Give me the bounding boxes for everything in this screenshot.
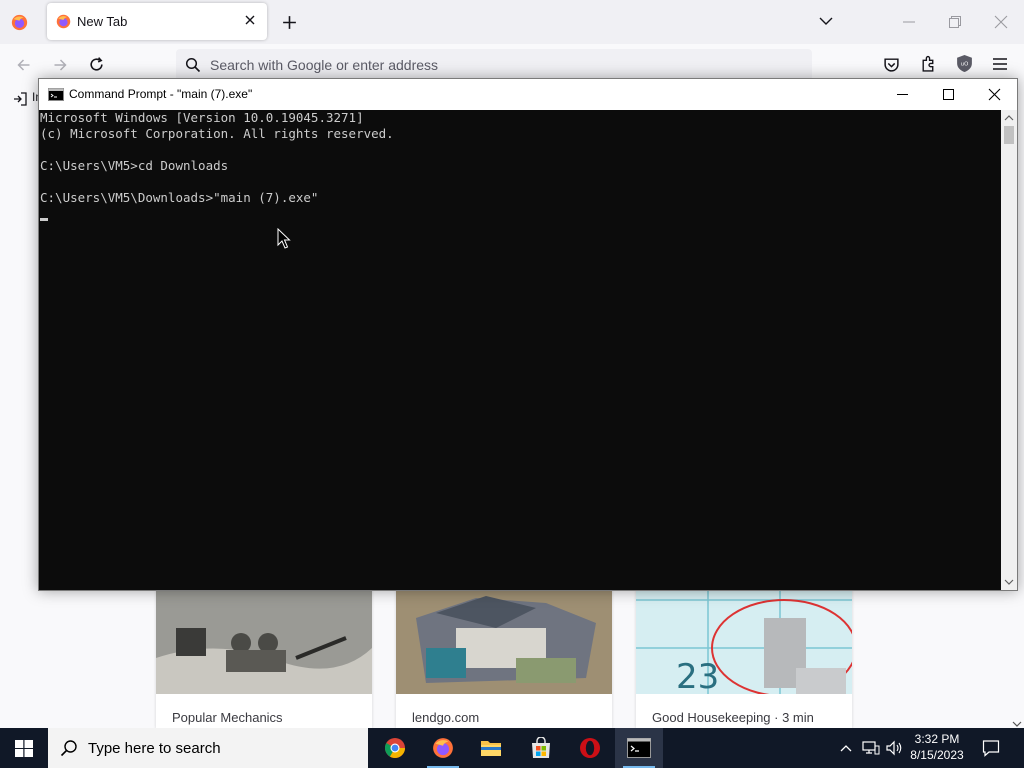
search-icon bbox=[185, 57, 201, 73]
mouse-pointer-icon bbox=[277, 228, 291, 249]
clock-date: 8/15/2023 bbox=[910, 748, 964, 762]
search-icon bbox=[60, 740, 77, 757]
taskbar-app-file-explorer[interactable] bbox=[467, 728, 515, 768]
command-prompt-icon bbox=[627, 738, 651, 758]
maximize-icon[interactable] bbox=[925, 79, 971, 110]
new-tab-plus-icon[interactable] bbox=[281, 14, 298, 31]
microsoft-store-icon bbox=[532, 737, 550, 758]
restore-icon[interactable] bbox=[948, 15, 962, 29]
svg-text:uO: uO bbox=[961, 62, 968, 68]
console-scrollbar[interactable] bbox=[1001, 110, 1017, 590]
firefox-icon bbox=[433, 738, 453, 758]
reload-icon[interactable] bbox=[88, 56, 105, 73]
import-bookmarks-icon[interactable] bbox=[13, 92, 27, 106]
story-card[interactable]: lendgo.com bbox=[396, 588, 612, 728]
story-image bbox=[396, 588, 612, 694]
firefox-icon bbox=[56, 14, 71, 29]
network-icon[interactable] bbox=[862, 740, 880, 756]
tab-title: New Tab bbox=[77, 14, 128, 29]
minimize-icon[interactable] bbox=[879, 79, 925, 110]
story-source: Good Housekeeping · 3 min bbox=[652, 710, 814, 725]
back-arrow-icon[interactable] bbox=[15, 57, 32, 73]
taskbar-search-box[interactable]: Type here to search bbox=[48, 728, 368, 768]
taskbar-app-microsoft-store[interactable] bbox=[517, 728, 565, 768]
command-prompt-titlebar[interactable]: Command Prompt - "main (7).exe" bbox=[39, 79, 1017, 110]
close-window-icon[interactable] bbox=[994, 15, 1008, 29]
console-line: C:\Users\VM5>cd Downloads bbox=[40, 158, 229, 173]
notifications-icon[interactable] bbox=[982, 739, 1000, 757]
story-source: Popular Mechanics bbox=[172, 710, 283, 725]
chrome-icon bbox=[384, 738, 405, 758]
text-cursor bbox=[40, 218, 48, 221]
minimize-icon[interactable] bbox=[902, 16, 916, 28]
close-tab-icon[interactable] bbox=[241, 11, 259, 29]
taskbar-clock[interactable]: 3:32 PM 8/15/2023 bbox=[904, 731, 970, 763]
story-image: 23 bbox=[636, 588, 852, 694]
extensions-puzzle-icon[interactable] bbox=[920, 55, 937, 73]
show-hidden-icons-chevron-up-icon[interactable] bbox=[839, 742, 853, 754]
address-bar[interactable]: Search with Google or enter address bbox=[176, 49, 812, 81]
story-image bbox=[156, 588, 372, 694]
console-line: C:\Users\VM5\Downloads>"main (7).exe" bbox=[40, 190, 319, 205]
hamburger-menu-icon[interactable] bbox=[992, 57, 1008, 71]
volume-icon[interactable] bbox=[886, 740, 904, 756]
svg-text:23: 23 bbox=[676, 657, 719, 694]
address-bar-placeholder: Search with Google or enter address bbox=[210, 57, 439, 73]
scroll-up-arrow-icon[interactable] bbox=[1001, 110, 1017, 126]
pocket-icon[interactable] bbox=[883, 56, 900, 73]
story-card[interactable]: 23 Good Housekeeping · 3 min bbox=[636, 588, 852, 728]
taskbar-app-opera[interactable] bbox=[566, 728, 614, 768]
scrollbar-thumb[interactable] bbox=[1004, 126, 1014, 144]
command-prompt-window[interactable]: Command Prompt - "main (7).exe" Microsof… bbox=[38, 78, 1018, 591]
command-prompt-icon bbox=[48, 88, 64, 101]
browser-tab-bar: New Tab bbox=[0, 0, 1024, 44]
tab-new-tab[interactable]: New Tab bbox=[47, 3, 267, 40]
scroll-down-arrow-icon[interactable] bbox=[1001, 574, 1017, 590]
taskbar-app-command-prompt[interactable] bbox=[615, 728, 663, 768]
firefox-view-icon[interactable] bbox=[11, 14, 28, 31]
story-source: lendgo.com bbox=[412, 710, 480, 725]
windows-taskbar: Type here to search 3:32 PM 8/15/2023 bbox=[0, 728, 1024, 768]
taskbar-app-chrome[interactable] bbox=[371, 728, 419, 768]
window-title: Command Prompt - "main (7).exe" bbox=[69, 87, 253, 101]
opera-icon bbox=[580, 738, 600, 758]
console-output[interactable]: Microsoft Windows [Version 10.0.19045.32… bbox=[39, 110, 1001, 590]
ublock-shield-icon[interactable]: uO bbox=[956, 54, 973, 73]
taskbar-search-placeholder: Type here to search bbox=[88, 740, 221, 757]
file-explorer-icon bbox=[481, 741, 501, 756]
clock-time: 3:32 PM bbox=[914, 732, 960, 746]
list-all-tabs-chevron-down-icon[interactable] bbox=[818, 15, 834, 27]
windows-start-icon[interactable] bbox=[15, 740, 33, 757]
story-card[interactable]: Popular Mechanics bbox=[156, 588, 372, 728]
console-line: (c) Microsoft Corporation. All rights re… bbox=[40, 126, 394, 141]
console-line: Microsoft Windows [Version 10.0.19045.32… bbox=[40, 110, 364, 125]
taskbar-app-firefox[interactable] bbox=[419, 728, 467, 768]
forward-arrow-icon[interactable] bbox=[52, 57, 69, 73]
close-icon[interactable] bbox=[971, 79, 1017, 110]
